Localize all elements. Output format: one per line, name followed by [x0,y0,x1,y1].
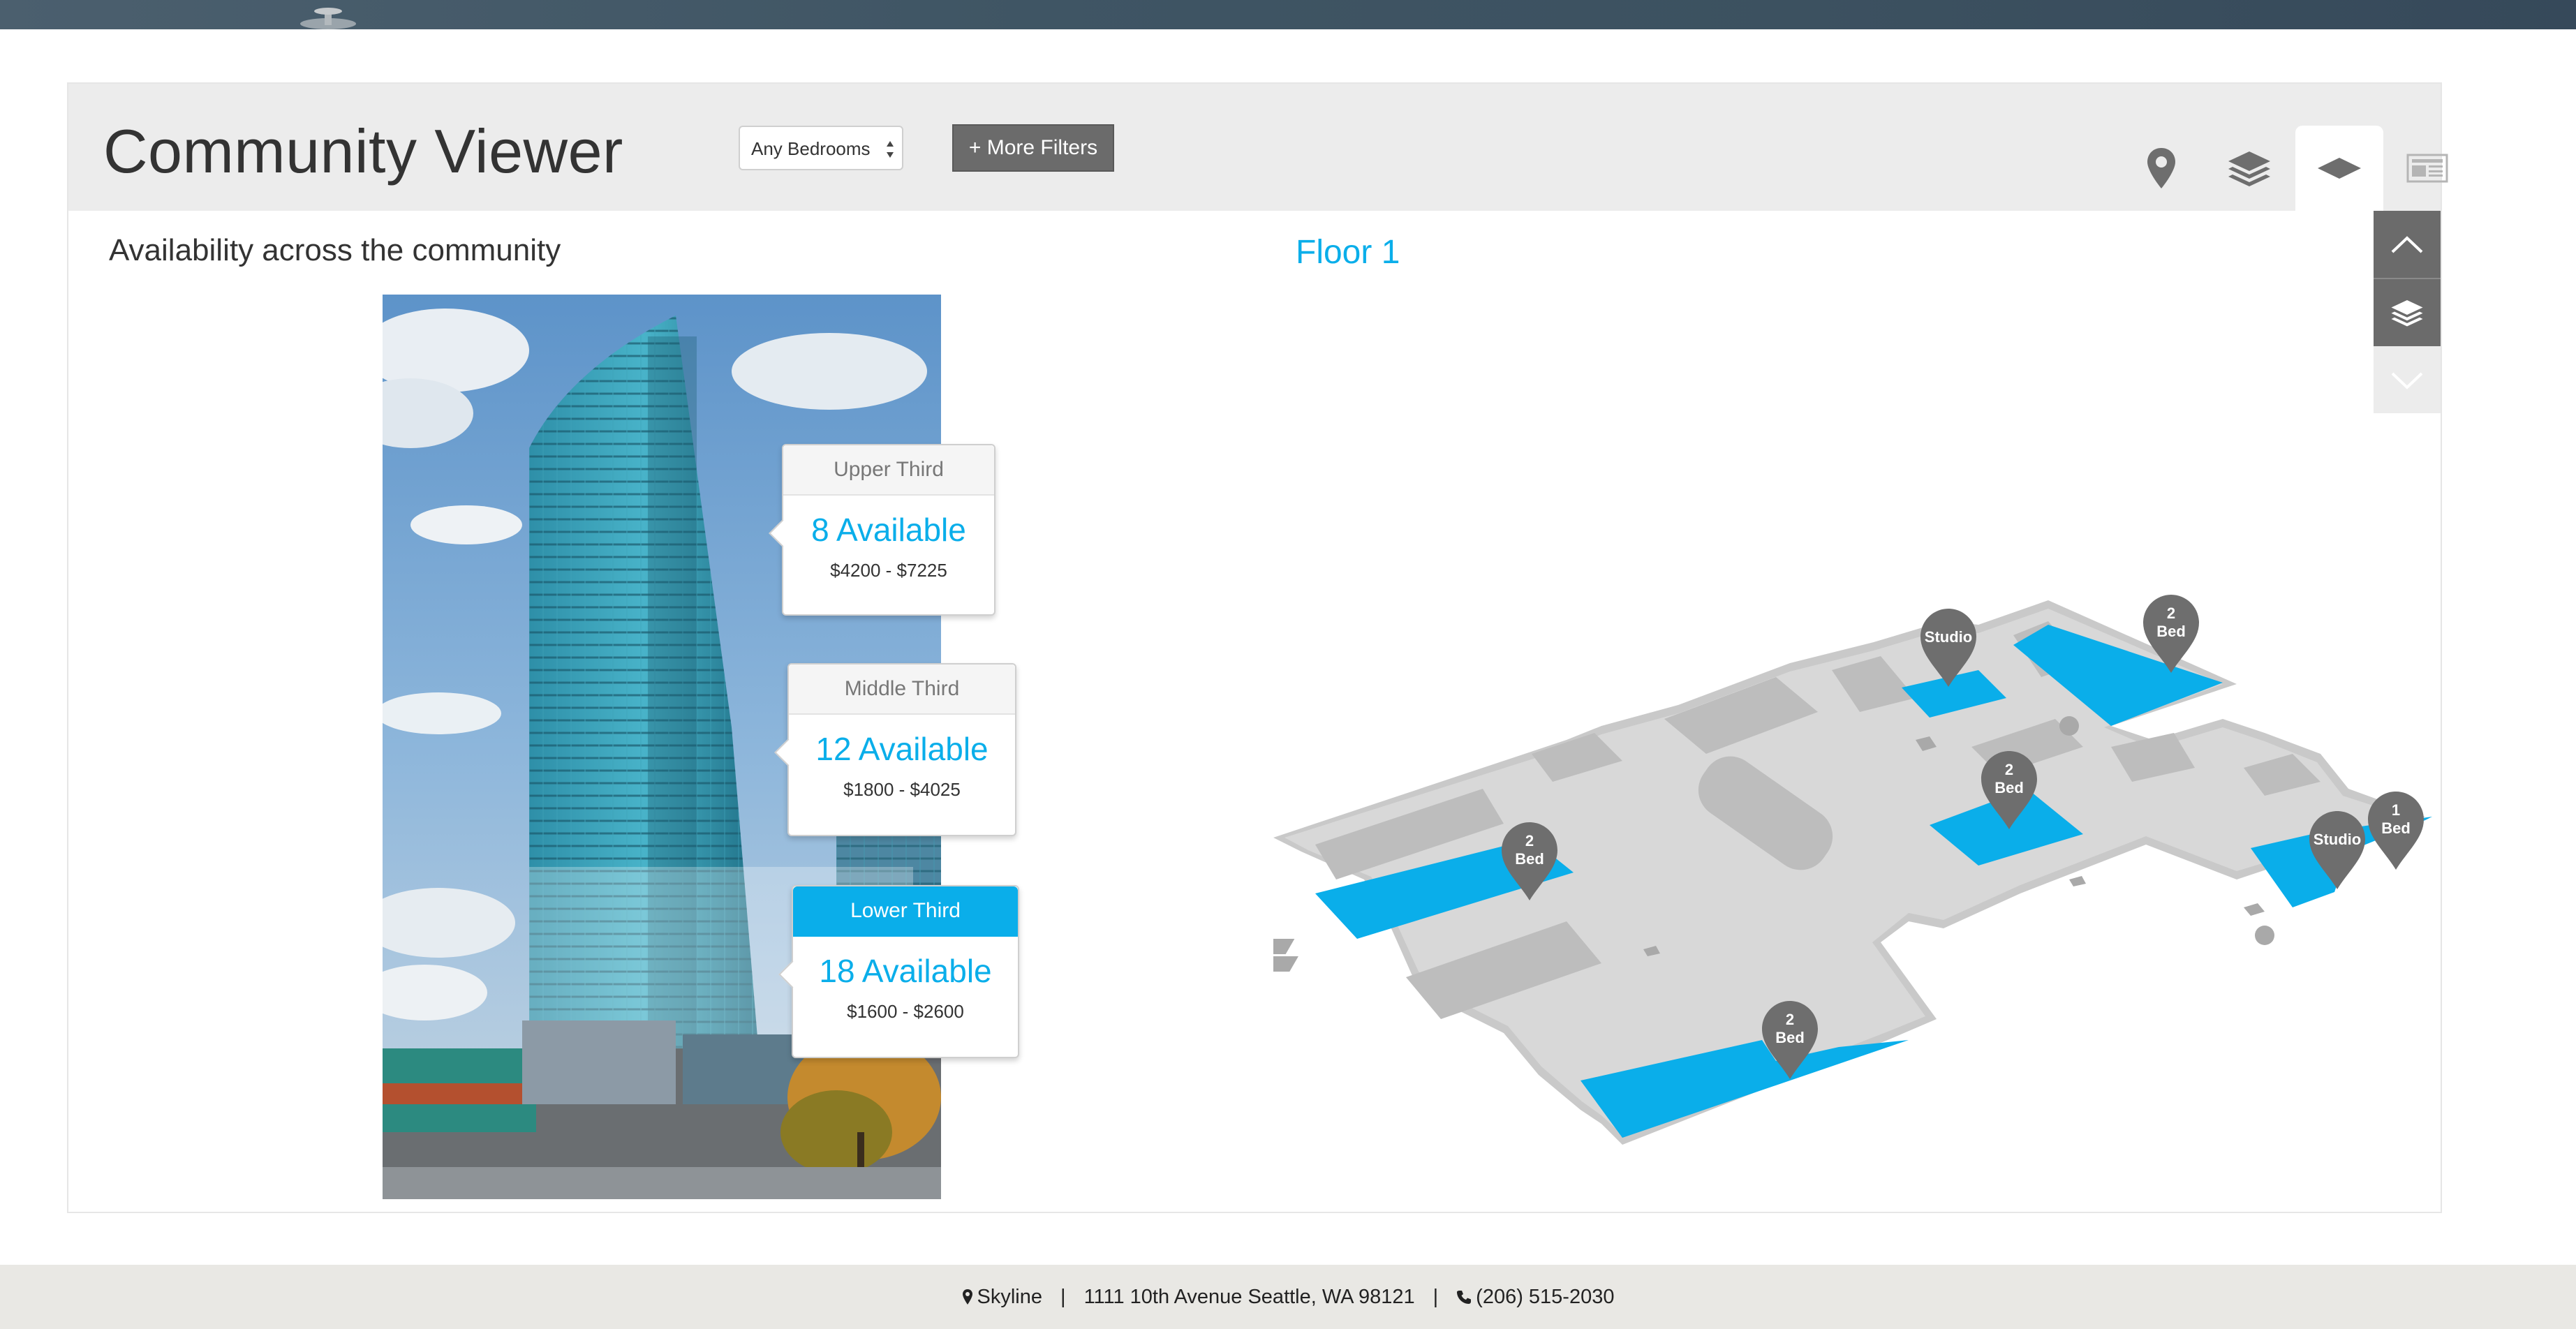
bedrooms-select-value: Any Bedrooms [751,138,871,159]
stack-tab[interactable] [2205,126,2293,211]
pin-label: Bed [2156,623,2186,640]
footer: Skyline | 1111 10th Avenue Seattle, WA 9… [0,1265,2576,1329]
unit-pin[interactable]: 1 Bed [2368,792,2424,870]
floor-down-button[interactable] [2374,346,2441,413]
pin-label: Bed [1994,779,2024,796]
select-arrows-icon [887,141,894,158]
pin-label: Bed [1515,850,1544,868]
floor-plate-icon [2318,158,2361,179]
community-viewer-panel: Community Viewer Any Bedrooms + More Fil… [67,82,2448,1213]
pin-label: Bed [2381,819,2411,837]
footer-phone[interactable]: (206) 515-2030 [1476,1286,1614,1309]
middle-third-callout[interactable]: Middle Third 12 Available $1800 - $4025 [774,663,1016,836]
more-filters-button[interactable]: + More Filters [952,124,1114,172]
upper-third-callout[interactable]: Upper Third 8 Available $4200 - $7225 [769,444,995,616]
layers-icon [2228,151,2270,186]
map-tab[interactable] [2117,126,2205,211]
callout-price-range: $1800 - $4025 [843,779,961,800]
page-title: Community Viewer [103,117,623,186]
phone-icon [1457,1291,1472,1304]
footer-separator: | [1060,1285,1066,1308]
pin-label: 2 [2005,761,2013,778]
pin-label: 2 [2167,604,2175,622]
pin-label: Studio [1925,628,1972,646]
callout-count: 18 Available [819,953,992,989]
top-banner [0,0,2576,29]
lower-third-callout[interactable]: Lower Third 18 Available $1600 - $2600 [778,885,1019,1058]
footer-address: 1111 10th Avenue Seattle, WA 98121 [1083,1285,1415,1308]
floor-stack-button[interactable] [2374,278,2441,346]
pin-label: Bed [1775,1029,1805,1046]
floor-navigation [2374,211,2441,413]
floor-up-button[interactable] [2374,211,2441,278]
chevron-down-icon [2391,372,2423,389]
callout-label: Lower Third [793,886,1018,937]
callout-price-range: $1600 - $2600 [847,1001,964,1022]
callout-price-range: $4200 - $7225 [830,560,947,581]
map-marker-icon [2147,148,2175,188]
list-tab[interactable] [2383,126,2471,211]
bedrooms-select[interactable]: Any Bedrooms [739,126,903,170]
pin-label: 2 [1786,1011,1794,1028]
chevron-up-icon [2391,236,2423,253]
panel-header: Community Viewer Any Bedrooms + More Fil… [68,84,2448,211]
callout-label: Middle Third [789,664,1015,715]
floor-tab[interactable] [2295,126,2383,211]
pin-label: 2 [1525,832,1534,849]
callout-count: 12 Available [815,731,989,767]
callout-count: 8 Available [811,512,966,548]
availability-title: Availability across the community [109,233,561,267]
layers-icon [2391,300,2423,327]
footer-community-name[interactable]: Skyline [977,1286,1043,1309]
newspaper-icon [2406,154,2448,183]
pin-label: 1 [2392,801,2400,819]
floor-title: Floor 1 [1296,234,1400,271]
map-marker-icon [962,1289,972,1305]
floor-plan: Studio 2 Bed 2 Bed 2 Bed Studio 1 Bed 2 … [1273,595,2432,1145]
footer-separator: | [1433,1285,1439,1308]
pin-label: Studio [2314,831,2361,848]
banner-skyline-image [300,8,356,29]
callout-label: Upper Third [783,445,994,496]
